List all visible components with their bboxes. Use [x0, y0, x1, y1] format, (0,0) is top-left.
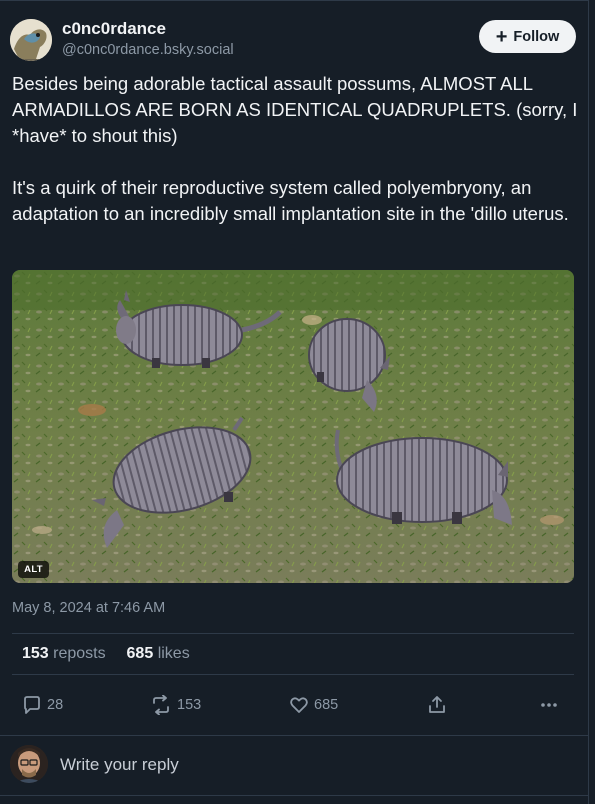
- more-options-button[interactable]: [539, 695, 559, 715]
- author-avatar[interactable]: [10, 19, 52, 61]
- reposts-label[interactable]: reposts: [53, 645, 105, 662]
- follow-button-label: Follow: [513, 28, 560, 45]
- author-display-name[interactable]: c0nc0rdance: [62, 19, 166, 39]
- post-text: Besides being adorable tactical assault …: [12, 71, 582, 227]
- post-image[interactable]: [12, 270, 574, 583]
- engagement-stats: 153 reposts 685 likes: [22, 645, 190, 663]
- reply-count: 28: [47, 697, 64, 713]
- comment-icon: [22, 695, 42, 715]
- share-button[interactable]: [428, 695, 446, 715]
- heart-icon: [289, 695, 309, 715]
- follow-button[interactable]: + Follow: [479, 20, 576, 53]
- more-icon: [539, 695, 559, 715]
- share-icon: [428, 695, 446, 715]
- post-paragraph: It's a quirk of their reproductive syste…: [12, 177, 569, 224]
- reply-input[interactable]: Write your reply: [60, 755, 179, 775]
- divider: [12, 633, 574, 634]
- current-user-avatar[interactable]: [10, 745, 48, 783]
- post-timestamp[interactable]: May 8, 2024 at 7:46 AM: [12, 600, 165, 616]
- reposts-count[interactable]: 153: [22, 645, 49, 662]
- alt-text-badge[interactable]: ALT: [18, 561, 49, 578]
- like-count: 685: [314, 697, 339, 713]
- reply-button[interactable]: 28: [22, 695, 63, 715]
- likes-label[interactable]: likes: [158, 645, 190, 662]
- repost-icon: [150, 695, 172, 715]
- like-button[interactable]: 685: [289, 695, 338, 715]
- divider: [0, 795, 589, 796]
- repost-count: 153: [177, 697, 202, 713]
- plus-icon: +: [495, 25, 508, 48]
- divider: [0, 735, 589, 736]
- divider: [12, 674, 574, 675]
- likes-count[interactable]: 685: [127, 645, 154, 662]
- repost-button[interactable]: 153: [150, 695, 201, 715]
- author-handle[interactable]: @c0nc0rdance.bsky.social: [62, 42, 234, 58]
- post-paragraph: Besides being adorable tactical assault …: [12, 73, 578, 146]
